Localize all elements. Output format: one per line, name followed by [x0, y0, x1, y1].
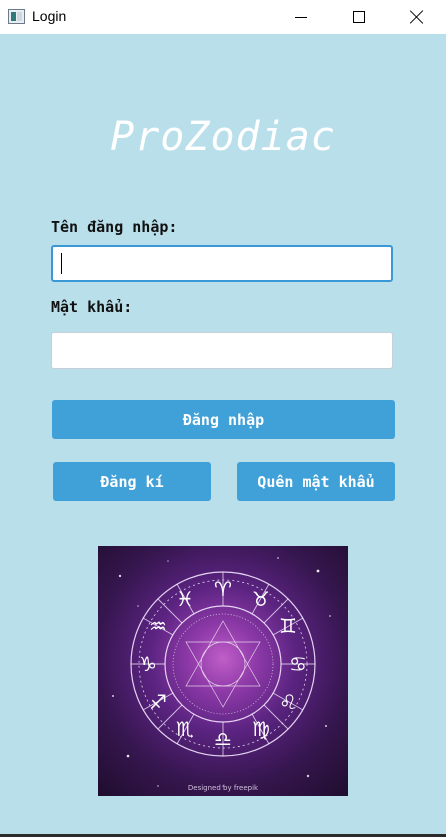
- svg-text:♎: ♎: [214, 727, 232, 751]
- svg-text:♏: ♏: [176, 717, 194, 741]
- close-icon: [410, 10, 424, 24]
- image-credit: Designed by freepik: [187, 784, 259, 792]
- app-title: ProZodiac: [110, 114, 336, 160]
- svg-text:♐: ♐: [149, 690, 167, 714]
- login-panel: ProZodiac Tên đăng nhập: Mật khẩu: Đăng …: [0, 34, 446, 834]
- username-label: Tên đăng nhập:: [51, 218, 178, 236]
- password-input[interactable]: [51, 332, 393, 369]
- zodiac-wheel-image: ♈ ♉ ♊ ♋ ♌ ♍ ♎ ♏ ♐ ♑ ♒ ♓ Designed by free…: [98, 546, 348, 796]
- forgot-password-button[interactable]: Quên mật khẩu: [237, 462, 395, 501]
- minimize-button[interactable]: [272, 0, 330, 34]
- svg-text:♒: ♒: [149, 614, 167, 638]
- username-input[interactable]: [51, 245, 393, 282]
- login-button[interactable]: Đăng nhập: [52, 400, 395, 439]
- svg-text:♌: ♌: [279, 690, 297, 714]
- close-button[interactable]: [388, 0, 446, 34]
- svg-text:♍: ♍: [252, 717, 270, 741]
- svg-text:♑: ♑: [139, 652, 157, 676]
- svg-text:♊: ♊: [279, 614, 297, 638]
- password-label: Mật khẩu:: [51, 298, 133, 316]
- svg-text:♈: ♈: [214, 577, 232, 601]
- svg-text:♋: ♋: [289, 652, 307, 676]
- zodiac-wheel-graphic: ♈ ♉ ♊ ♋ ♌ ♍ ♎ ♏ ♐ ♑ ♒ ♓: [112, 557, 331, 787]
- maximize-button[interactable]: [330, 0, 388, 34]
- text-caret: [61, 253, 62, 274]
- maximize-icon: [353, 11, 365, 23]
- window-app-icon: [8, 9, 25, 24]
- register-button[interactable]: Đăng kí: [53, 462, 211, 501]
- title-bar: Login: [0, 0, 446, 34]
- svg-text:♓: ♓: [176, 587, 194, 611]
- window-title: Login: [32, 8, 67, 24]
- svg-text:♉: ♉: [252, 587, 270, 611]
- minimize-icon: [295, 16, 307, 18]
